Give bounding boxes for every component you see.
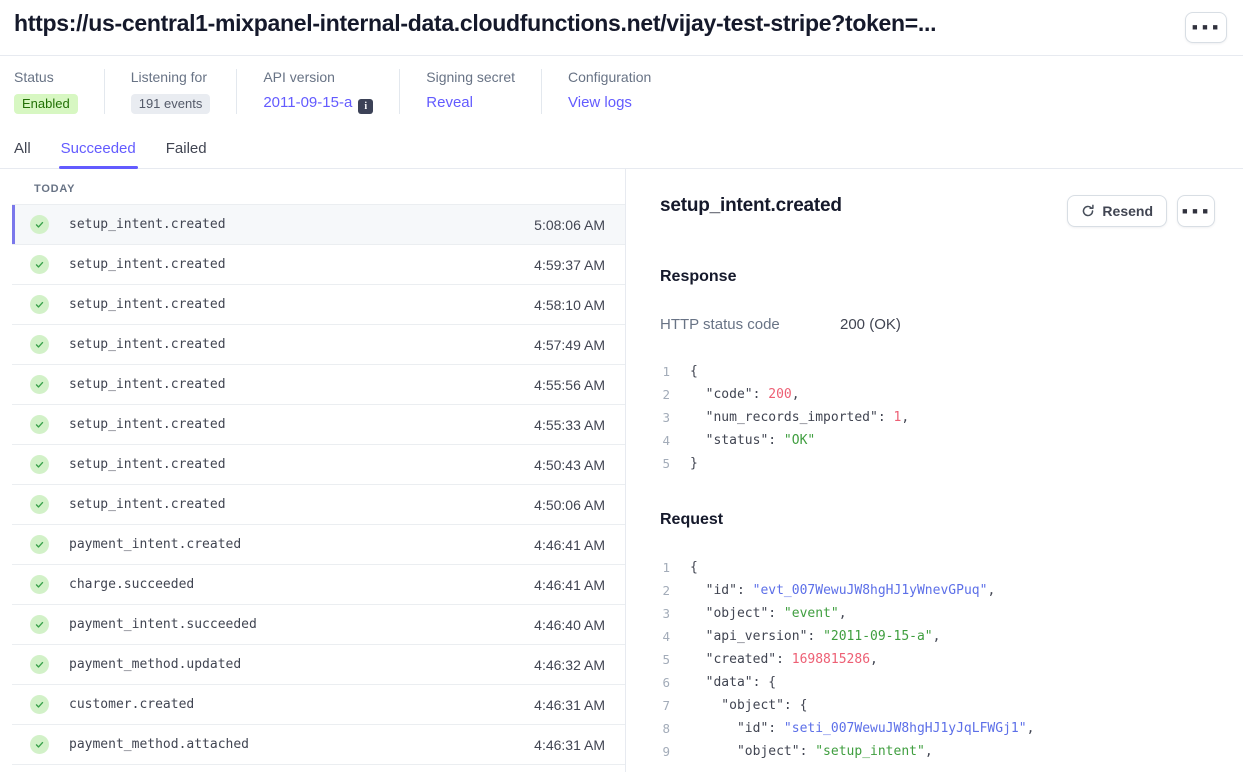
stat-api-version: API version 2011-09-15-a i bbox=[236, 69, 399, 114]
success-check-icon bbox=[30, 335, 49, 354]
stat-status-label: Status bbox=[14, 69, 78, 85]
request-heading: Request bbox=[660, 511, 1215, 529]
event-list-row[interactable]: setup_intent.created 5:08:06 AM bbox=[12, 205, 625, 245]
response-heading: Response bbox=[660, 268, 1215, 286]
api-version-link[interactable]: 2011-09-15-a bbox=[263, 94, 352, 111]
view-logs-link[interactable]: View logs bbox=[568, 94, 632, 111]
stat-listening: Listening for 191 events bbox=[104, 69, 237, 114]
event-time: 4:59:37 AM bbox=[534, 257, 625, 273]
detail-overflow-button[interactable]: ■ ■ ■ bbox=[1177, 195, 1215, 227]
event-list: TODAY setup_intent.created 5:08:06 AM se… bbox=[0, 169, 625, 772]
events-count-badge: 191 events bbox=[131, 94, 211, 114]
event-detail-panel: setup_intent.created Resend ■ ■ ■ Respon… bbox=[625, 169, 1243, 772]
result-filter-tabs: All Succeeded Failed bbox=[0, 128, 1243, 169]
event-name: payment_intent.succeeded bbox=[69, 617, 257, 632]
success-check-icon bbox=[30, 695, 49, 714]
http-status-label: HTTP status code bbox=[660, 316, 840, 333]
event-time: 4:50:43 AM bbox=[534, 457, 625, 473]
stat-signing-secret-label: Signing secret bbox=[426, 69, 515, 85]
event-list-row[interactable]: setup_intent.created 4:57:49 AM bbox=[12, 325, 625, 365]
reveal-secret-link[interactable]: Reveal bbox=[426, 94, 473, 111]
endpoint-stats: Status Enabled Listening for 191 events … bbox=[0, 56, 1243, 128]
event-time: 4:46:40 AM bbox=[534, 617, 625, 633]
refresh-icon bbox=[1081, 204, 1095, 218]
header-overflow-button[interactable]: ■ ■ ■ bbox=[1185, 12, 1227, 43]
event-list-row[interactable]: payment_intent.created 4:46:41 AM bbox=[12, 525, 625, 565]
success-check-icon bbox=[30, 255, 49, 274]
info-icon[interactable]: i bbox=[358, 99, 373, 114]
event-name: payment_intent.created bbox=[69, 537, 241, 552]
event-time: 4:58:10 AM bbox=[534, 297, 625, 313]
event-time: 4:50:06 AM bbox=[534, 497, 625, 513]
event-time: 4:46:41 AM bbox=[534, 537, 625, 553]
event-list-row[interactable]: setup_intent.created 4:50:43 AM bbox=[12, 445, 625, 485]
endpoint-header: https://us-central1-mixpanel-internal-da… bbox=[0, 0, 1243, 56]
event-name: setup_intent.created bbox=[69, 297, 226, 312]
event-time: 4:46:31 AM bbox=[534, 737, 625, 753]
event-time: 4:57:49 AM bbox=[534, 337, 625, 353]
event-time: 4:55:56 AM bbox=[534, 377, 625, 393]
stat-signing-secret: Signing secret Reveal bbox=[399, 69, 541, 114]
stat-api-version-label: API version bbox=[263, 69, 373, 85]
event-name: payment_method.attached bbox=[69, 737, 249, 752]
event-name: setup_intent.created bbox=[69, 337, 226, 352]
event-time: 4:55:33 AM bbox=[534, 417, 625, 433]
event-name: setup_intent.created bbox=[69, 257, 226, 272]
event-list-row[interactable]: customer.created 4:46:31 AM bbox=[12, 685, 625, 725]
event-name: charge.succeeded bbox=[69, 577, 194, 592]
ellipsis-icon: ■ ■ ■ bbox=[1182, 207, 1210, 216]
event-name: setup_intent.created bbox=[69, 217, 226, 232]
status-badge: Enabled bbox=[14, 94, 78, 114]
stat-status: Status Enabled bbox=[14, 69, 104, 114]
stat-configuration-label: Configuration bbox=[568, 69, 651, 85]
success-check-icon bbox=[30, 575, 49, 594]
event-list-row[interactable]: charge.succeeded 4:46:41 AM bbox=[12, 565, 625, 605]
event-time: 4:46:31 AM bbox=[534, 697, 625, 713]
event-group-label: TODAY bbox=[12, 169, 625, 205]
success-check-icon bbox=[30, 455, 49, 474]
success-check-icon bbox=[30, 215, 49, 234]
success-check-icon bbox=[30, 495, 49, 514]
event-name: setup_intent.created bbox=[69, 457, 226, 472]
event-name: setup_intent.created bbox=[69, 417, 226, 432]
ellipsis-icon: ■ ■ ■ bbox=[1192, 23, 1220, 32]
event-name: setup_intent.created bbox=[69, 377, 226, 392]
endpoint-url-title: https://us-central1-mixpanel-internal-da… bbox=[14, 10, 936, 37]
success-check-icon bbox=[30, 735, 49, 754]
resend-button[interactable]: Resend bbox=[1067, 195, 1167, 227]
tab-all[interactable]: All bbox=[14, 140, 31, 168]
event-list-row[interactable]: setup_intent.created 4:55:33 AM bbox=[12, 405, 625, 445]
tab-succeeded[interactable]: Succeeded bbox=[61, 140, 136, 168]
success-check-icon bbox=[30, 655, 49, 674]
event-time: 4:46:32 AM bbox=[534, 657, 625, 673]
event-name: customer.created bbox=[69, 697, 194, 712]
event-name: payment_method.updated bbox=[69, 657, 241, 672]
success-check-icon bbox=[30, 535, 49, 554]
event-list-row[interactable]: payment_method.attached 4:46:31 AM bbox=[12, 725, 625, 765]
success-check-icon bbox=[30, 375, 49, 394]
event-list-row[interactable]: payment_method.updated 4:46:32 AM bbox=[12, 645, 625, 685]
event-list-row[interactable]: setup_intent.created 4:58:10 AM bbox=[12, 285, 625, 325]
success-check-icon bbox=[30, 615, 49, 634]
event-time: 5:08:06 AM bbox=[534, 217, 625, 233]
success-check-icon bbox=[30, 295, 49, 314]
success-check-icon bbox=[30, 415, 49, 434]
event-time: 4:46:41 AM bbox=[534, 577, 625, 593]
event-list-body: setup_intent.created 5:08:06 AM setup_in… bbox=[12, 205, 625, 765]
event-list-row[interactable]: setup_intent.created 4:59:37 AM bbox=[12, 245, 625, 285]
tab-failed[interactable]: Failed bbox=[166, 140, 207, 168]
resend-button-label: Resend bbox=[1102, 203, 1153, 219]
response-code-block: 1{2 "code": 200,3 "num_records_imported"… bbox=[660, 360, 1215, 475]
http-status-value: 200 (OK) bbox=[840, 316, 901, 333]
event-list-row[interactable]: setup_intent.created 4:55:56 AM bbox=[12, 365, 625, 405]
event-name: setup_intent.created bbox=[69, 497, 226, 512]
event-list-row[interactable]: setup_intent.created 4:50:06 AM bbox=[12, 485, 625, 525]
event-list-row[interactable]: payment_intent.succeeded 4:46:40 AM bbox=[12, 605, 625, 645]
request-code-block: 1{2 "id": "evt_007WewuJW8hgHJ1yWnevGPuq"… bbox=[660, 556, 1215, 763]
event-detail-title: setup_intent.created bbox=[660, 195, 842, 217]
stat-configuration: Configuration View logs bbox=[541, 69, 677, 114]
stat-listening-label: Listening for bbox=[131, 69, 211, 85]
